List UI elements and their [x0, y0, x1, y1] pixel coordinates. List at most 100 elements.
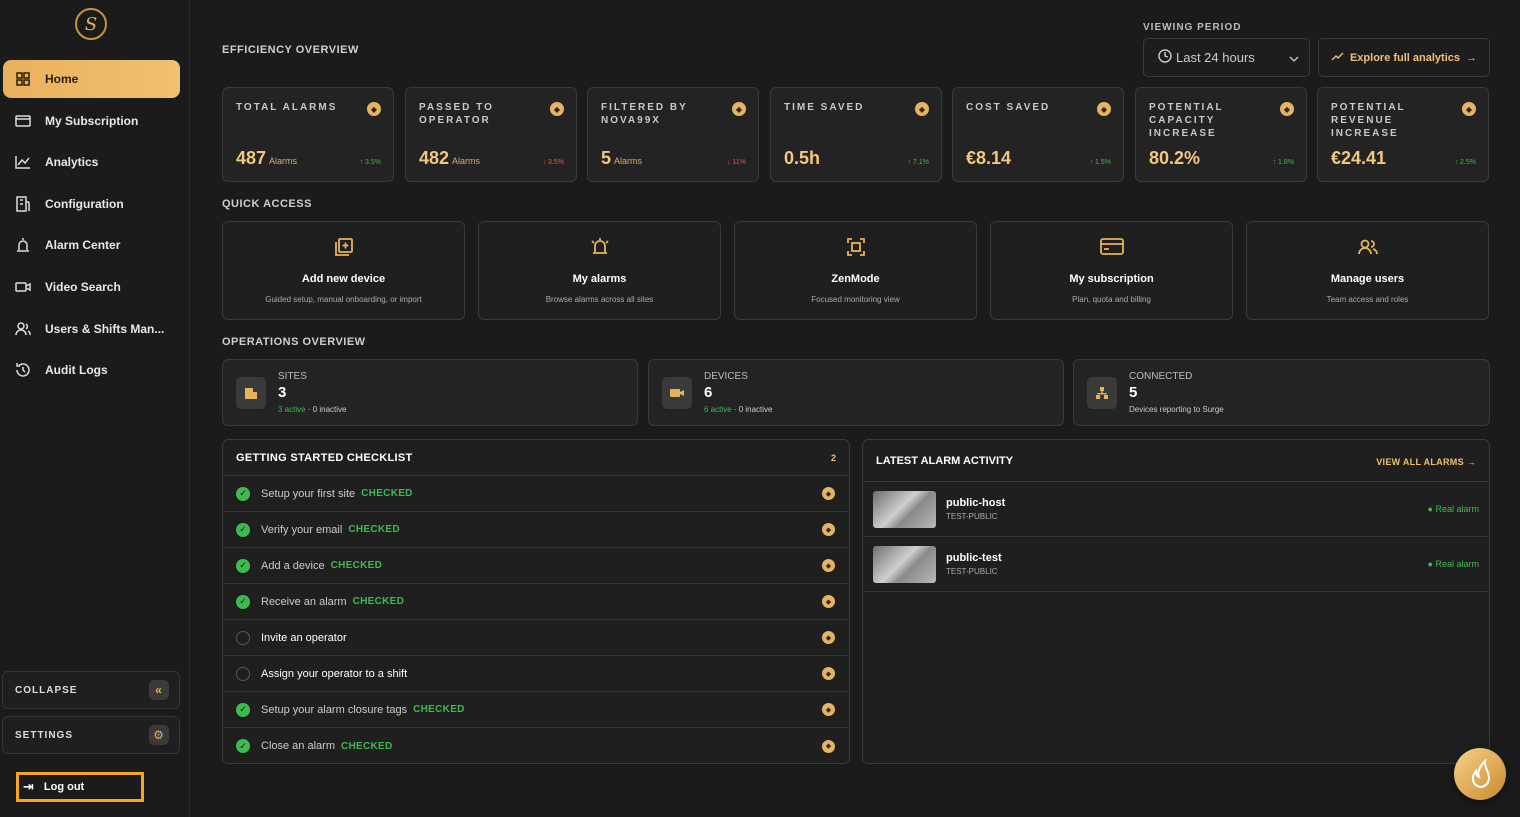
sidebar-item-label: Audit Logs [45, 363, 108, 378]
empty-circle-icon [236, 666, 250, 681]
flame-icon: ◆ [822, 559, 835, 572]
operations-card-connected[interactable]: CONNECTED 5 Devices reporting to Surge [1073, 359, 1490, 426]
sidebar-item-users-shifts[interactable]: Users & Shifts Man... [3, 310, 180, 348]
check-circle-icon: ✓ [236, 486, 250, 501]
kpi-value: 5 [601, 148, 612, 168]
checklist-row[interactable]: ✓ Verify your email CHECKED ◆ [223, 512, 849, 548]
checklist-status: CHECKED [330, 560, 383, 571]
kpi-value-wrap: 5 Alarms [601, 148, 642, 169]
camera-icon [662, 377, 692, 409]
logo[interactable]: S [75, 8, 107, 40]
network-icon [1087, 377, 1117, 409]
kpi-card-cost-saved[interactable]: COST SAVED ◆ €8.14 ↑ 1.5% [952, 87, 1124, 182]
quick-access-sub: Team access and roles [1326, 295, 1409, 304]
operations-rest: · 0 inactive [731, 405, 773, 414]
checklist-row[interactable]: Invite an operator ◆ [223, 620, 849, 656]
checklist-title: GETTING STARTED CHECKLIST [236, 451, 413, 464]
settings-label: SETTINGS [15, 729, 74, 741]
kpi-card-filtered[interactable]: FILTERED BY NOVA99X ◆ 5 Alarms ↓ 11% [587, 87, 759, 182]
sidebar-item-my-subscription[interactable]: My Subscription [3, 102, 180, 140]
checklist-row[interactable]: Assign your operator to a shift ◆ [223, 656, 849, 692]
sidebar-item-analytics[interactable]: Analytics [3, 143, 180, 181]
kpi-unit: Alarms [614, 156, 643, 166]
checklist-text: Assign your operator to a shift [261, 667, 408, 680]
flame-icon: ◆ [822, 667, 835, 680]
sidebar-item-alarm-center[interactable]: Alarm Center [3, 226, 180, 264]
chevrons-left-icon: « [149, 680, 169, 700]
quick-access-my-alarms[interactable]: My alarms Browse alarms across all sites [478, 221, 721, 320]
flame-icon: ◆ [1280, 102, 1294, 116]
sidebar-item-video-search[interactable]: Video Search [3, 268, 180, 306]
trend-icon [1331, 52, 1344, 64]
logout-button[interactable]: ⇥ Log out [16, 772, 144, 802]
quick-access-add-device[interactable]: Add new device Guided setup, manual onbo… [222, 221, 465, 320]
alarm-site: TEST-PUBLIC [946, 512, 998, 521]
quick-access-zenmode[interactable]: ZenMode Focused monitoring view [734, 221, 977, 320]
collapse-button[interactable]: COLLAPSE « [2, 671, 180, 709]
quick-access-sub: Plan, quota and billing [1072, 295, 1151, 304]
kpi-value: 487 [236, 148, 267, 168]
kpi-card-capacity-increase[interactable]: POTENTIAL CAPACITY INCREASE ◆ 80.2% ↑ 1.… [1135, 87, 1307, 182]
quick-access-title: Manage users [1330, 273, 1405, 285]
kpi-trend: ↓ 11% [727, 159, 746, 166]
history-icon [13, 362, 33, 378]
kpi-value: €24.41 [1331, 148, 1387, 168]
users-icon [1247, 236, 1488, 263]
sidebar-item-label: Analytics [45, 155, 99, 170]
sidebar-item-configuration[interactable]: Configuration [3, 185, 180, 223]
operations-rest: · 0 inactive [305, 405, 347, 414]
operations-title: OPERATIONS OVERVIEW [222, 336, 366, 348]
checklist-status: CHECKED [413, 704, 465, 715]
focus-icon [735, 236, 976, 263]
checklist-row[interactable]: ✓ Add a device CHECKED ◆ [223, 548, 849, 584]
sidebar-item-audit-logs[interactable]: Audit Logs [3, 351, 180, 389]
flame-icon: ◆ [822, 703, 835, 716]
alarm-thumbnail [873, 490, 936, 528]
operations-value: 3 [278, 384, 287, 401]
checklist-row[interactable]: ✓ Setup your alarm closure tags CHECKED … [223, 692, 849, 728]
view-all-label: VIEW ALL ALARMS [1376, 456, 1464, 467]
alarm-title: LATEST ALARM ACTIVITY [876, 454, 1014, 467]
kpi-card-total-alarms[interactable]: TOTAL ALARMS ◆ 487 Alarms ↑ 3.5% [222, 87, 394, 182]
quick-access-sub: Guided setup, manual onboarding, or impo… [265, 295, 422, 304]
quick-access-title: ZenMode [831, 273, 880, 285]
explore-analytics-button[interactable]: Explore full analytics → [1318, 38, 1490, 77]
kpi-value-wrap: 482 Alarms [419, 148, 480, 169]
operations-value: 5 [1129, 384, 1138, 401]
alarm-row[interactable]: public-host TEST-PUBLIC ● Real alarm [863, 482, 1489, 537]
kpi-value-wrap: 80.2% [1149, 148, 1200, 169]
kpi-card-time-saved[interactable]: TIME SAVED ◆ 0.5h ↑ 7.1% [770, 87, 942, 182]
view-all-alarms-link[interactable]: VIEW ALL ALARMS → [1376, 452, 1476, 470]
grid-icon [13, 71, 33, 87]
flame-icon: ◆ [1097, 102, 1111, 116]
operations-detail: 3 active · 0 inactive [278, 405, 346, 414]
operations-card-devices[interactable]: DEVICES 6 6 active · 0 inactive [648, 359, 1064, 426]
checklist-header[interactable]: GETTING STARTED CHECKLIST 2 [223, 440, 849, 476]
check-circle-icon: ✓ [236, 558, 250, 573]
alarm-row[interactable]: public-test TEST-PUBLIC ● Real alarm [863, 537, 1489, 592]
sidebar-item-home[interactable]: Home [3, 60, 180, 98]
kpi-value: €8.14 [966, 148, 1012, 168]
kpi-card-passed-to-operator[interactable]: PASSED TO OPERATOR ◆ 482 Alarms ↓ 3.5% [405, 87, 577, 182]
quick-access-my-subscription[interactable]: My subscription Plan, quota and billing [990, 221, 1233, 320]
flame-icon: ◆ [732, 102, 746, 116]
kpi-trend: ↑ 1.8% [1272, 159, 1294, 166]
kpi-label: PASSED TO OPERATOR [419, 102, 494, 126]
arrow-right-icon: → [1466, 51, 1478, 64]
operations-value: 6 [704, 384, 713, 401]
checklist-row[interactable]: ✓ Close an alarm CHECKED ◆ [223, 728, 849, 764]
viewing-period-value: Last 24 hours [1176, 50, 1255, 65]
checklist-row[interactable]: ✓ Setup your first site CHECKED ◆ [223, 476, 849, 512]
quick-access-manage-users[interactable]: Manage users Team access and roles [1246, 221, 1489, 320]
operations-card-sites[interactable]: SITES 3 3 active · 0 inactive [222, 359, 638, 426]
flame-fab-button[interactable] [1454, 748, 1506, 800]
settings-button[interactable]: SETTINGS ⚙ [2, 716, 180, 754]
kpi-value-wrap: 0.5h [784, 148, 820, 169]
checklist-row[interactable]: ✓ Receive an alarm CHECKED ◆ [223, 584, 849, 620]
kpi-trend: ↑ 2.5% [1454, 159, 1476, 166]
sidebar-item-label: Alarm Center [45, 238, 121, 253]
kpi-label: TOTAL ALARMS [236, 102, 338, 113]
kpi-card-revenue-increase[interactable]: POTENTIAL REVENUE INCREASE ◆ €24.41 ↑ 2.… [1317, 87, 1489, 182]
kpi-trend: ↑ 7.1% [907, 159, 929, 166]
viewing-period-select[interactable]: Last 24 hours [1143, 38, 1310, 77]
